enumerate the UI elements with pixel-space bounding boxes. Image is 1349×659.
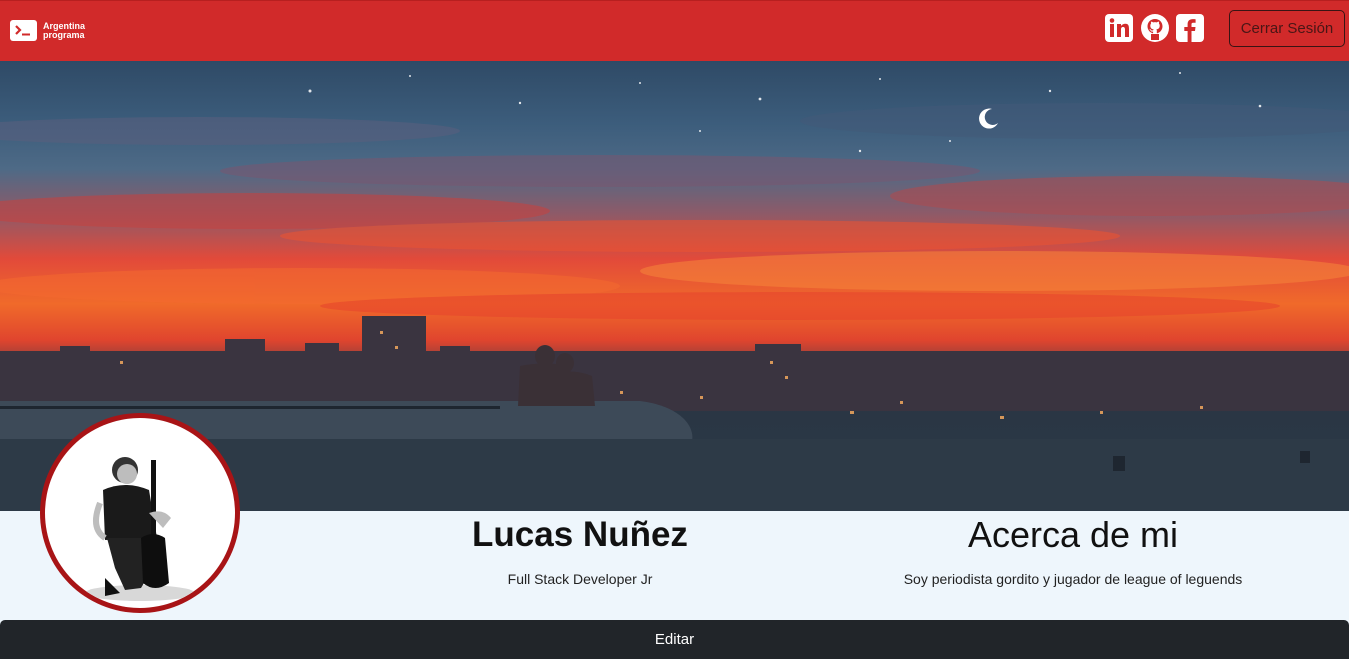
github-icon[interactable] (1141, 14, 1169, 42)
top-navbar: Argentina programa Cerrar Sesión (0, 0, 1349, 61)
terminal-icon (10, 20, 37, 41)
profile-avatar (40, 413, 240, 613)
logo-text: Argentina programa (43, 21, 85, 40)
profile-photo (85, 457, 195, 601)
edit-button[interactable]: Editar (0, 620, 1349, 659)
logout-button[interactable]: Cerrar Sesión (1229, 10, 1345, 47)
logo-line-2: programa (43, 29, 85, 40)
profile-role: Full Stack Developer Jr (507, 571, 653, 587)
argentina-programa-logo[interactable]: Argentina programa (10, 20, 85, 41)
linkedin-icon[interactable] (1105, 14, 1133, 42)
profile-name: Lucas Nuñez (472, 515, 688, 554)
facebook-icon[interactable] (1176, 14, 1204, 42)
about-text: Soy periodista gordito y jugador de leag… (903, 571, 1243, 587)
about-title: Acerca de mi (967, 514, 1179, 555)
portfolio-page: Argentina programa Cerrar Sesión Lucas N… (0, 0, 1349, 659)
